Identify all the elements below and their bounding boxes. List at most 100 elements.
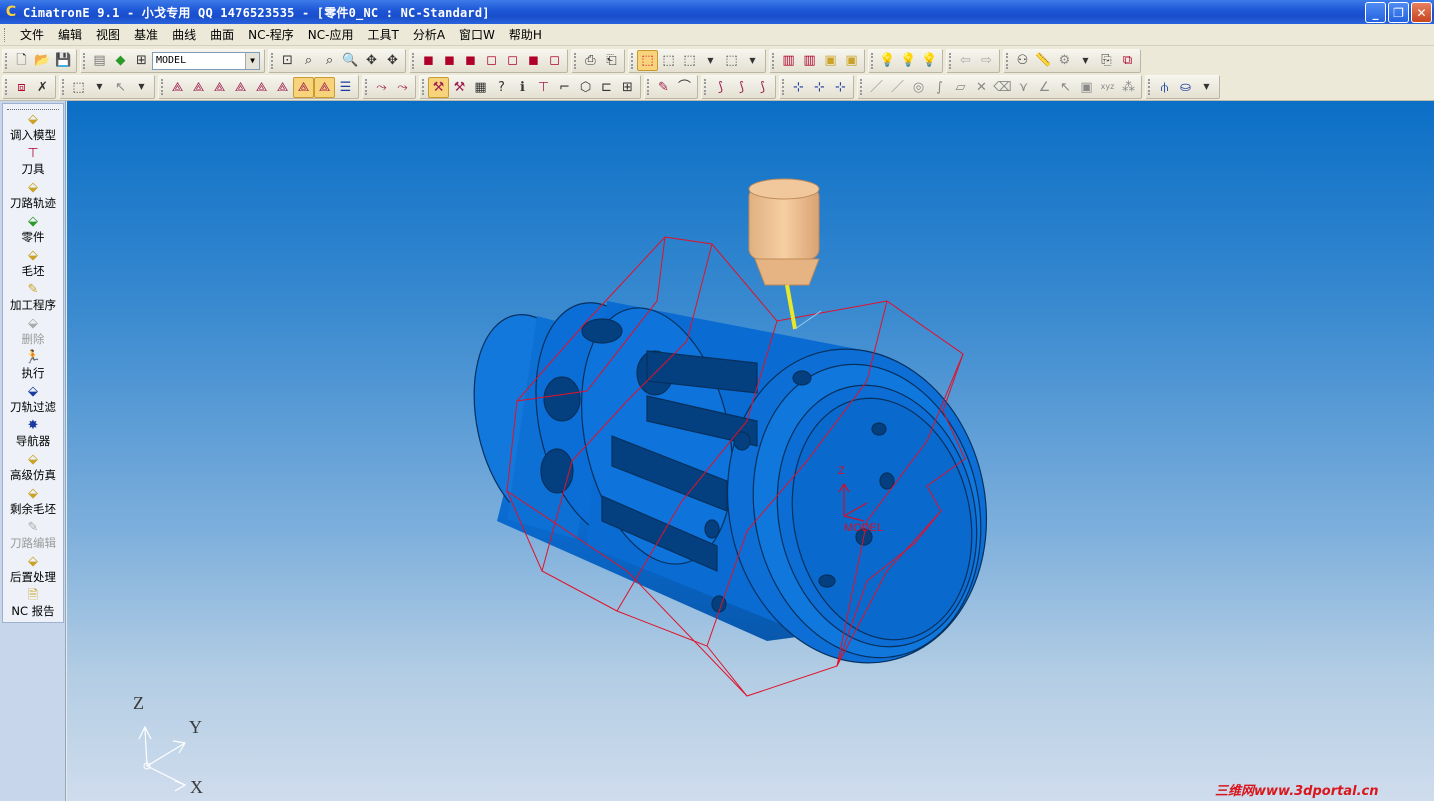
ucs-icon[interactable]: ⊹ xyxy=(788,77,809,98)
filter-points-icon[interactable]: ⟁ xyxy=(230,77,251,98)
tree-view-icon[interactable]: ⊞ xyxy=(617,77,638,98)
3d-viewport[interactable]: Z MODEL Z Y X 三维网www.3dportal.cn xyxy=(67,101,1434,801)
trim-icon[interactable]: ✕ xyxy=(971,77,992,98)
light-on-icon[interactable]: 💡 xyxy=(898,50,919,71)
guide-simulation[interactable]: ⬙ 高级仿真 xyxy=(3,450,63,484)
axis-icon[interactable]: ⫛ xyxy=(1154,77,1175,98)
light-off-icon[interactable]: 💡 xyxy=(919,50,940,71)
menu-analysis[interactable]: 分析A xyxy=(406,24,452,46)
dropdown-arrow-icon[interactable]: ▼ xyxy=(1075,50,1096,71)
tree-icon[interactable]: ⚇ xyxy=(1012,50,1033,71)
select-filter-icon[interactable]: ⧈ xyxy=(11,77,32,98)
menu-surfaces[interactable]: 曲面 xyxy=(203,24,241,46)
menu-edit[interactable]: 编辑 xyxy=(51,24,89,46)
shaded-icon[interactable]: ⬚ xyxy=(637,50,658,71)
line-icon[interactable]: ／ xyxy=(866,77,887,98)
menu-view[interactable]: 视图 xyxy=(89,24,127,46)
wireframe-icon[interactable]: ⬚ xyxy=(658,50,679,71)
filter-curves-icon[interactable]: ⟁ xyxy=(209,77,230,98)
menu-file[interactable]: 文件 xyxy=(13,24,51,46)
arrow-left-icon[interactable]: ⇦ xyxy=(955,50,976,71)
save-icon[interactable]: 💾 xyxy=(53,50,74,71)
help-icon[interactable]: ? xyxy=(491,77,512,98)
plane-icon[interactable]: ▱ xyxy=(950,77,971,98)
ucs-move-icon[interactable]: ⊹ xyxy=(809,77,830,98)
minimize-button[interactable]: _ xyxy=(1365,2,1386,23)
clip-icon[interactable]: ▥ xyxy=(799,50,820,71)
menu-nc-program[interactable]: NC-程序 xyxy=(241,24,301,46)
guide-navigator[interactable]: ✸ 导航器 xyxy=(3,416,63,450)
right-view-icon[interactable]: ◻ xyxy=(481,50,502,71)
scatter-icon[interactable]: ⁂ xyxy=(1118,77,1139,98)
frame-icon[interactable]: ▣ xyxy=(1076,77,1097,98)
filter-active-icon[interactable]: ⟁ xyxy=(293,76,314,98)
circle-icon[interactable]: ◎ xyxy=(908,77,929,98)
toolpath-view-icon[interactable]: ⤳ xyxy=(371,77,392,98)
dropdown-arrow-icon[interactable]: ▼ xyxy=(1196,77,1217,98)
model-set-icon[interactable]: ⊞ xyxy=(131,50,152,71)
transform-icon[interactable]: ⟆ xyxy=(710,77,731,98)
layer-icon[interactable]: ▤ xyxy=(89,50,110,71)
copy-icon[interactable]: ⎘ xyxy=(1096,50,1117,71)
guide-tool[interactable]: ⊤ 刀具 xyxy=(3,144,63,178)
filter-list-icon[interactable]: ☰ xyxy=(335,77,356,98)
filter-edges-icon[interactable]: ⟁ xyxy=(188,77,209,98)
machined-part[interactable] xyxy=(456,289,1015,687)
guide-toolpath[interactable]: ⬙ 刀路轨迹 xyxy=(3,178,63,212)
pick-icon[interactable]: ↖ xyxy=(110,77,131,98)
top-view-icon[interactable]: ◼ xyxy=(439,50,460,71)
stock-icon[interactable]: ⬡ xyxy=(575,77,596,98)
show-hide-icon[interactable]: ▣ xyxy=(820,50,841,71)
menu-datum[interactable]: 基准 xyxy=(127,24,165,46)
menu-help[interactable]: 帮助H xyxy=(502,24,549,46)
filter-sketch-icon[interactable]: ⟁ xyxy=(272,77,293,98)
guide-post-process[interactable]: ⬙ 后置处理 xyxy=(3,552,63,586)
filter-active2-icon[interactable]: ⟁ xyxy=(314,76,335,98)
guide-filter[interactable]: ⬙ 刀轨过滤 xyxy=(3,382,63,416)
xyz-icon[interactable]: xyz xyxy=(1097,77,1118,98)
nc-table-icon[interactable]: ▦ xyxy=(470,77,491,98)
pan-icon[interactable]: ✥ xyxy=(361,50,382,71)
line2-icon[interactable]: ／ xyxy=(887,77,908,98)
nc-setup-icon[interactable]: ⚒ xyxy=(428,76,449,98)
view-manager-icon[interactable]: ⎙ xyxy=(580,50,601,71)
package-icon[interactable]: ⧉ xyxy=(1117,50,1138,71)
erase-icon[interactable]: ⌫ xyxy=(992,77,1013,98)
curve-icon[interactable]: ⌒ xyxy=(674,77,695,98)
left-view-icon[interactable]: ◻ xyxy=(502,50,523,71)
menu-window[interactable]: 窗口W xyxy=(452,24,502,46)
chevron-down-icon[interactable]: ▼ xyxy=(245,52,259,69)
zoom-all-icon[interactable]: ⊡ xyxy=(277,50,298,71)
guide-procedure[interactable]: ✎ 加工程序 xyxy=(3,280,63,314)
view-save-icon[interactable]: ⎗ xyxy=(601,50,622,71)
zoom-window-icon[interactable]: ⌕ xyxy=(298,50,319,71)
section-icon[interactable]: ▥ xyxy=(778,50,799,71)
light-icon[interactable]: 💡 xyxy=(877,50,898,71)
guide-part[interactable]: ⬙ 零件 xyxy=(3,212,63,246)
unselect-icon[interactable]: ✗ xyxy=(32,77,53,98)
angle-icon[interactable]: ∠ xyxy=(1034,77,1055,98)
swap-icon[interactable]: ▣ xyxy=(841,50,862,71)
render-mode-icon[interactable]: ⬚ xyxy=(679,50,700,71)
menu-curves[interactable]: 曲线 xyxy=(165,24,203,46)
dropdown-arrow-icon[interactable]: ▼ xyxy=(89,77,110,98)
cimatron-app-icon[interactable]: C xyxy=(4,4,18,20)
close-button[interactable]: ✕ xyxy=(1411,2,1432,23)
filter-axis-icon[interactable]: ⟁ xyxy=(251,77,272,98)
info-icon[interactable]: ℹ xyxy=(512,77,533,98)
zoom-icon[interactable]: 🔍 xyxy=(340,50,361,71)
dropdown-arrow-icon[interactable]: ▼ xyxy=(742,50,763,71)
toolpath-filter-icon[interactable]: ⤳ xyxy=(392,77,413,98)
holder-icon[interactable]: ⌐ xyxy=(554,77,575,98)
model-combo[interactable]: MODEL ▼ xyxy=(152,51,260,70)
settings-icon[interactable]: ⚙ xyxy=(1054,50,1075,71)
new-file-icon[interactable]: 🗋 xyxy=(11,50,32,71)
menu-nc-apps[interactable]: NC-应用 xyxy=(301,24,361,46)
procedure-icon[interactable]: ⊏ xyxy=(596,77,617,98)
rotate-copy-icon[interactable]: ⟆ xyxy=(752,77,773,98)
restore-button[interactable]: ❐ xyxy=(1388,2,1409,23)
display-options-icon[interactable]: ⬚ xyxy=(721,50,742,71)
filter-faces-icon[interactable]: ⟁ xyxy=(167,77,188,98)
layers-green-icon[interactable]: ◆ xyxy=(110,50,131,71)
zoom-selection-icon[interactable]: ⌕ xyxy=(319,50,340,71)
